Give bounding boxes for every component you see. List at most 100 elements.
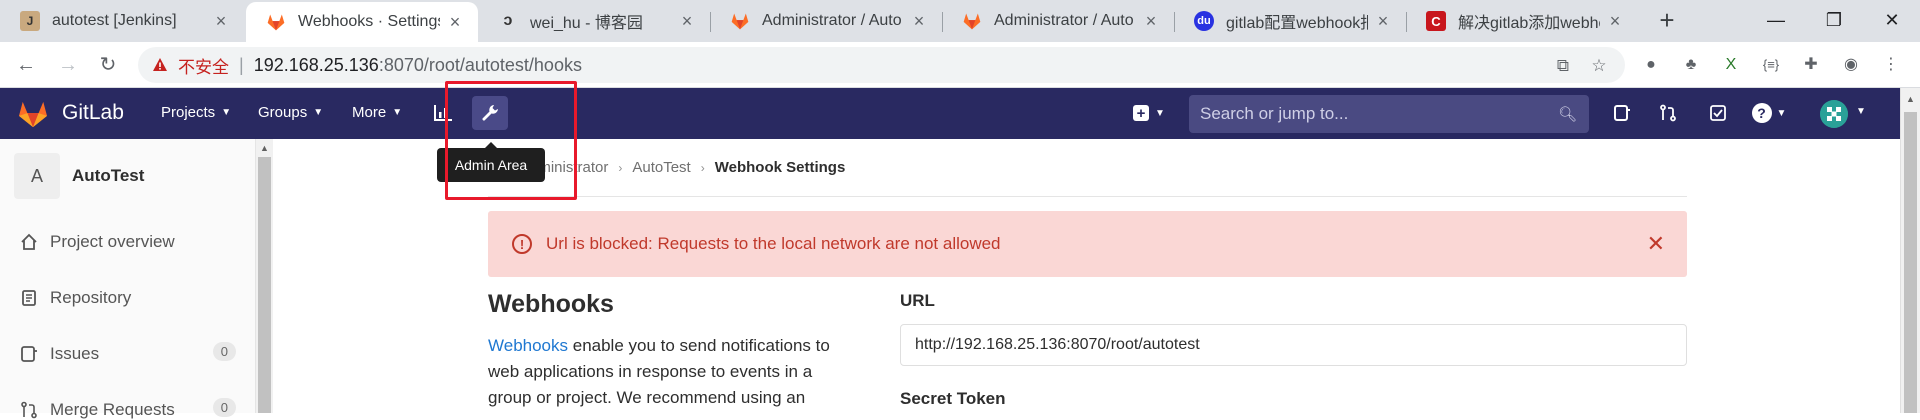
close-icon[interactable]: × xyxy=(446,12,464,32)
close-window-icon[interactable]: ✕ xyxy=(1872,4,1912,36)
gitlab-icon xyxy=(266,12,286,32)
tab-title: Administrator / Auto xyxy=(762,12,902,29)
close-icon[interactable]: ✕ xyxy=(1647,233,1665,255)
sidebar-item-label: Merge Requests xyxy=(50,400,175,419)
restore-icon[interactable]: ❐ xyxy=(1814,4,1854,36)
error-circle-icon: ! xyxy=(512,234,532,254)
breadcrumb-current[interactable]: Webhook Settings xyxy=(715,159,846,176)
doc-icon xyxy=(20,289,38,307)
chevron-down-icon: ▼ xyxy=(392,107,403,118)
merge-requests-count-badge: 0 xyxy=(212,398,236,417)
sidebar-item-merge-requests[interactable]: Merge Requests 0 xyxy=(20,398,236,420)
extension-circle-icon[interactable]: ● xyxy=(1640,54,1662,76)
issues-todo-icon[interactable] xyxy=(1604,96,1640,130)
tab-webhooks-settings[interactable]: Webhooks · Settings × xyxy=(246,2,478,42)
search-icon: 🔍︎ xyxy=(1557,106,1577,123)
reload-icon[interactable]: ↻ xyxy=(94,51,122,79)
chevron-down-icon: ▼ xyxy=(1155,107,1165,119)
nav-groups[interactable]: Groups ▼ xyxy=(258,104,323,121)
jenkins-icon: J xyxy=(20,11,40,31)
tab-jenkins[interactable]: J autotest [Jenkins] × xyxy=(0,0,244,42)
tab-csdn[interactable]: C 解决gitlab添加webho × xyxy=(1406,0,1638,42)
close-icon[interactable]: × xyxy=(1142,11,1160,31)
tab-baidu[interactable]: du gitlab配置webhook报 × xyxy=(1174,0,1406,42)
translate-icon[interactable]: ⧉ xyxy=(1553,56,1573,76)
gitlab-header: GitLab Projects ▼ Groups ▼ More ▼ + ▼ 🔍︎ ? … xyxy=(0,88,1900,139)
chevron-down-icon: ▼ xyxy=(221,107,232,118)
sidebar-project-header[interactable]: A AutoTest xyxy=(14,153,144,199)
nav-projects[interactable]: Projects ▼ xyxy=(161,104,231,121)
gitlab-logo-icon[interactable] xyxy=(18,100,48,128)
search-box[interactable]: 🔍︎ xyxy=(1189,95,1589,133)
new-item-dropdown[interactable]: + ▼ xyxy=(1124,96,1174,130)
close-icon[interactable]: × xyxy=(212,11,230,31)
profile-icon[interactable]: ◉ xyxy=(1840,54,1862,76)
minimize-icon[interactable]: — xyxy=(1756,4,1796,36)
project-sidebar: A AutoTest Project overview Repository I… xyxy=(0,139,256,419)
csdn-icon: C xyxy=(1426,11,1446,31)
webhooks-doc-link[interactable]: Webhooks xyxy=(488,336,568,355)
tab-title: Webhooks · Settings xyxy=(298,13,440,30)
cnblogs-icon: ↄ xyxy=(503,12,513,29)
address-bar[interactable]: 不安全 | 192.168.25.136 :8070/root/autotest… xyxy=(138,47,1625,83)
menu-kebab-icon[interactable]: ⋮ xyxy=(1880,54,1902,76)
sidebar-scrollbar[interactable]: ▲ xyxy=(256,139,273,413)
scrollbar-thumb[interactable] xyxy=(1904,112,1917,413)
bookmark-star-icon[interactable]: ☆ xyxy=(1589,56,1609,76)
chevron-right-icon: › xyxy=(700,160,705,175)
extension-people-icon[interactable]: ♣ xyxy=(1680,54,1702,76)
tab-admin-autotest-1[interactable]: Administrator / Auto × xyxy=(710,0,942,42)
breadcrumb-divider xyxy=(488,196,1687,197)
tab-admin-autotest-2[interactable]: Administrator / Auto × xyxy=(942,0,1174,42)
help-dropdown[interactable]: ? ▼ xyxy=(1746,96,1792,130)
sidebar-item-project-overview[interactable]: Project overview xyxy=(20,232,236,252)
plus-square-icon: + xyxy=(1133,105,1150,122)
merge-requests-icon[interactable] xyxy=(1650,96,1686,130)
webhooks-description: Webhooks enable you to send notification… xyxy=(488,333,858,411)
merge-request-icon xyxy=(20,401,38,419)
user-avatar[interactable] xyxy=(1820,100,1848,128)
tab-cnblogs[interactable]: ↄ wei_hu - 博客园 × xyxy=(478,0,710,42)
secret-token-label: Secret Token xyxy=(900,389,1006,408)
search-input[interactable] xyxy=(1200,104,1540,124)
scrollbar-thumb[interactable] xyxy=(258,157,271,413)
sidebar-item-label: Issues xyxy=(50,344,100,363)
browser-tab-strip: J autotest [Jenkins] × Webhooks · Settin… xyxy=(0,0,1920,42)
chevron-down-icon[interactable]: ▼ xyxy=(1856,106,1866,117)
help-icon: ? xyxy=(1751,103,1772,123)
forward-icon[interactable]: → xyxy=(54,51,82,79)
scroll-up-icon[interactable]: ▲ xyxy=(1906,94,1915,104)
sidebar-item-repository[interactable]: Repository xyxy=(20,288,236,308)
sidebar-item-issues[interactable]: Issues 0 xyxy=(20,342,236,364)
close-icon[interactable]: × xyxy=(910,11,928,31)
close-icon[interactable]: × xyxy=(678,11,696,31)
close-icon[interactable]: × xyxy=(1374,11,1392,31)
project-name: AutoTest xyxy=(72,166,145,185)
new-tab-icon[interactable]: + xyxy=(1654,7,1680,34)
home-icon xyxy=(20,233,38,251)
close-icon[interactable]: × xyxy=(1606,11,1624,31)
url-field[interactable] xyxy=(900,324,1687,366)
page-scrollbar[interactable]: ▲ xyxy=(1900,88,1920,413)
tab-title: 解决gitlab添加webho xyxy=(1458,15,1600,32)
gitlab-icon xyxy=(962,11,982,31)
page-title: Webhooks xyxy=(488,290,614,318)
nav-more[interactable]: More ▼ xyxy=(352,104,402,121)
extensions-puzzle-icon[interactable]: ✚ xyxy=(1800,54,1822,76)
todos-icon[interactable] xyxy=(1700,96,1736,130)
extension-json-icon[interactable]: {≡} xyxy=(1760,54,1782,76)
scroll-up-icon[interactable]: ▲ xyxy=(260,143,269,153)
nav-groups-label: Groups xyxy=(258,104,308,121)
back-icon[interactable]: ← xyxy=(12,51,40,79)
chevron-down-icon: ▼ xyxy=(1776,107,1787,119)
tab-title: autotest [Jenkins] xyxy=(52,12,177,29)
extension-x-icon[interactable]: X xyxy=(1720,54,1742,76)
tab-title: Administrator / Auto xyxy=(994,12,1134,29)
issues-count-badge: 0 xyxy=(212,342,236,361)
url-label: URL xyxy=(900,291,935,310)
breadcrumb-project[interactable]: AutoTest xyxy=(632,159,690,176)
tab-title: gitlab配置webhook报 xyxy=(1226,15,1368,32)
gitlab-brand[interactable]: GitLab xyxy=(62,101,124,125)
issues-icon xyxy=(20,345,38,363)
annotation-highlight-box xyxy=(445,81,577,200)
